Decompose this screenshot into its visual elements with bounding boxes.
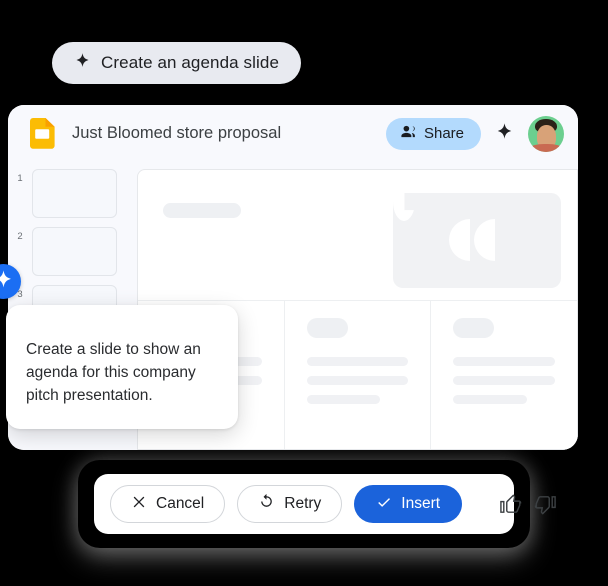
- slide-number: 1: [17, 173, 23, 184]
- image-placeholder-shape: [393, 182, 415, 221]
- check-icon: [376, 494, 392, 515]
- prompt-card: Create a slide to show an agenda for thi…: [6, 305, 238, 429]
- text-line-placeholder: [306, 395, 380, 404]
- screenshot-stage: Create an agenda slide Just Bloomed stor…: [0, 0, 608, 586]
- avatar[interactable]: [528, 115, 564, 152]
- slide-thumbnail-item[interactable]: 1: [8, 169, 129, 218]
- text-line-placeholder: [453, 376, 556, 385]
- thumb-down-icon[interactable]: [534, 487, 557, 521]
- image-placeholder-shape: [474, 219, 495, 261]
- retry-button-label: Retry: [284, 495, 322, 512]
- insert-button-label: Insert: [401, 495, 441, 512]
- text-line-placeholder: [306, 376, 409, 385]
- cancel-button-label: Cancel: [156, 495, 205, 512]
- slide-thumbnail-item[interactable]: 2: [8, 227, 129, 276]
- slide-thumbnail[interactable]: [32, 169, 117, 218]
- refresh-icon: [258, 493, 275, 515]
- google-slides-icon: [30, 118, 55, 149]
- text-line-placeholder: [453, 357, 556, 366]
- insert-button[interactable]: Insert: [354, 485, 463, 523]
- image-placeholder-icon: [393, 182, 561, 288]
- avatar-shirt: [530, 143, 562, 152]
- text-line-placeholder: [306, 357, 409, 366]
- people-icon: [400, 123, 417, 145]
- column-heading-placeholder: [306, 318, 348, 338]
- text-line-placeholder: [453, 395, 527, 404]
- suggestion-chip[interactable]: Create an agenda slide: [52, 42, 301, 84]
- column-heading-placeholder: [453, 318, 495, 338]
- action-bar: Cancel Retry Insert: [94, 474, 556, 534]
- content-column: [283, 301, 431, 449]
- slide-number: 2: [17, 231, 23, 242]
- thumb-up-icon[interactable]: [499, 487, 522, 521]
- suggestion-chip-label: Create an agenda slide: [101, 53, 279, 72]
- sparkle-icon: [0, 269, 14, 295]
- content-column: [430, 301, 577, 449]
- document-title: Just Bloomed store proposal: [72, 124, 282, 142]
- share-button-label: Share: [423, 125, 464, 142]
- slide-thumbnail[interactable]: [32, 227, 117, 276]
- sparkle-icon[interactable]: [495, 122, 514, 146]
- header-actions: Share: [385, 115, 564, 152]
- retry-button[interactable]: Retry: [237, 485, 343, 523]
- cancel-button[interactable]: Cancel: [110, 485, 226, 523]
- prompt-card-text: Create a slide to show an agenda for thi…: [26, 341, 201, 404]
- close-icon: [131, 494, 147, 515]
- title-placeholder: [163, 203, 241, 218]
- share-button[interactable]: Share: [385, 117, 481, 150]
- app-header: Just Bloomed store proposal Share: [8, 105, 578, 162]
- image-placeholder-shape: [449, 219, 470, 261]
- sparkle-icon: [74, 52, 91, 74]
